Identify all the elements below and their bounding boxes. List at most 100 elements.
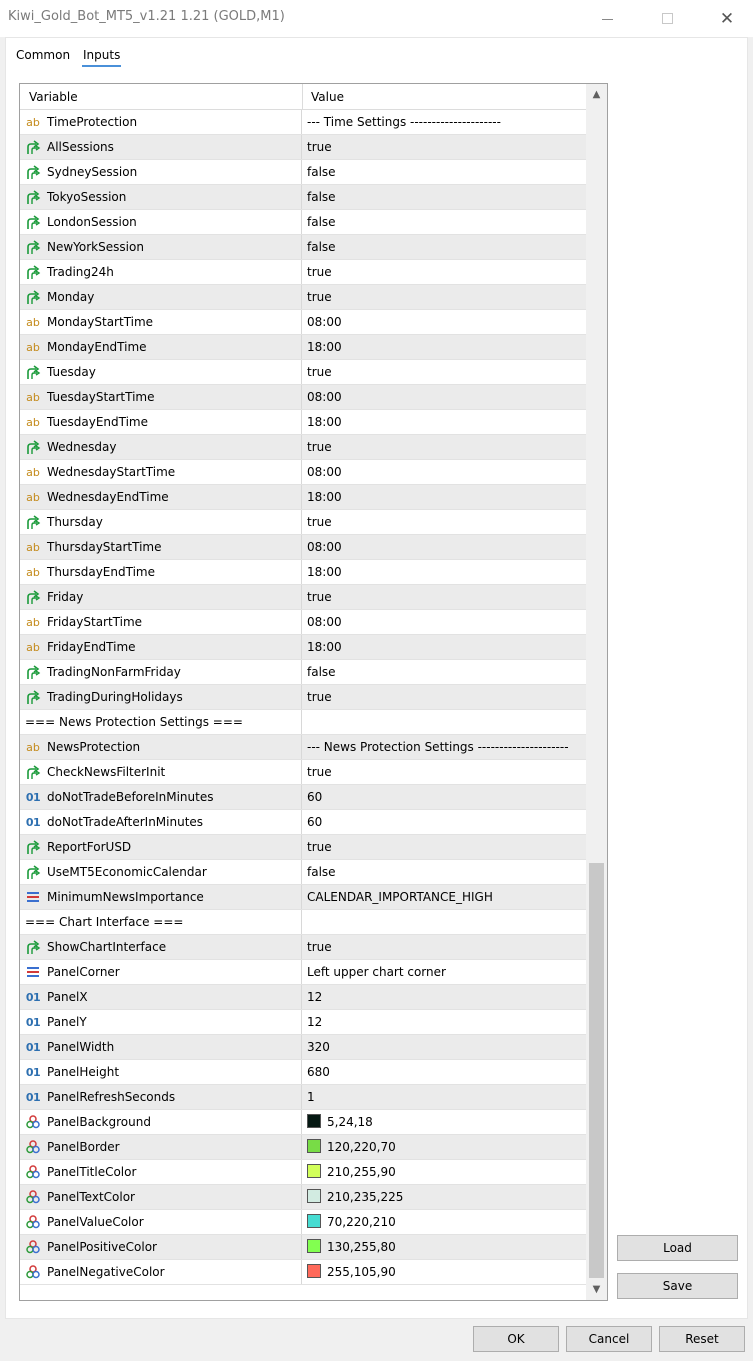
table-row[interactable]: Wednesday true — [20, 435, 586, 460]
value-cell[interactable]: true — [303, 685, 586, 709]
table-row[interactable]: Thursday true — [20, 510, 586, 535]
color-swatch[interactable] — [307, 1264, 321, 1278]
table-row[interactable]: ab FridayEndTime 18:00 — [20, 635, 586, 660]
value-cell[interactable]: true — [303, 585, 586, 609]
variable-cell[interactable]: Monday — [20, 285, 302, 309]
table-row[interactable]: 01 PanelY 12 — [20, 1010, 586, 1035]
table-row[interactable]: ab TimeProtection --- Time Settings ------… — [20, 110, 586, 135]
table-row[interactable]: === News Protection Settings === — [20, 710, 586, 735]
table-row[interactable]: PanelValueColor 70,220,210 — [20, 1210, 586, 1235]
minimize-button[interactable] — [584, 0, 630, 37]
variable-cell[interactable]: TradingNonFarmFriday — [20, 660, 302, 684]
variable-cell[interactable]: 01 doNotTradeAfterInMinutes — [20, 810, 302, 834]
table-row[interactable]: PanelNegativeColor 255,105,90 — [20, 1260, 586, 1285]
variable-cell[interactable]: ab MondayEndTime — [20, 335, 302, 359]
variable-cell[interactable]: Wednesday — [20, 435, 302, 459]
value-cell[interactable]: 60 — [303, 785, 586, 809]
value-cell[interactable]: true — [303, 360, 586, 384]
table-row[interactable]: ab ThursdayStartTime 08:00 — [20, 535, 586, 560]
table-row[interactable]: PanelPositiveColor 130,255,80 — [20, 1235, 586, 1260]
table-row[interactable]: AllSessions true — [20, 135, 586, 160]
ok-button[interactable]: OK — [473, 1326, 559, 1352]
table-row[interactable]: SydneySession false — [20, 160, 586, 185]
value-cell[interactable]: 08:00 — [303, 385, 586, 409]
table-row[interactable]: 01 PanelRefreshSeconds 1 — [20, 1085, 586, 1110]
value-cell[interactable]: 210,255,90 — [303, 1160, 586, 1184]
table-row[interactable]: ab MondayStartTime 08:00 — [20, 310, 586, 335]
header-value[interactable]: Value — [311, 90, 344, 104]
header-variable[interactable]: Variable — [29, 90, 78, 104]
variable-cell[interactable]: 01 PanelHeight — [20, 1060, 302, 1084]
value-cell[interactable]: 18:00 — [303, 485, 586, 509]
load-button[interactable]: Load — [617, 1235, 738, 1261]
value-cell[interactable]: 680 — [303, 1060, 586, 1084]
variable-cell[interactable]: ab TimeProtection — [20, 110, 302, 134]
variable-cell[interactable]: === News Protection Settings === — [20, 710, 302, 734]
value-cell[interactable]: 12 — [303, 985, 586, 1009]
value-cell[interactable]: false — [303, 210, 586, 234]
table-row[interactable]: ab TuesdayStartTime 08:00 — [20, 385, 586, 410]
value-cell[interactable]: true — [303, 510, 586, 534]
variable-cell[interactable]: NewYorkSession — [20, 235, 302, 259]
value-cell[interactable]: false — [303, 235, 586, 259]
table-row[interactable]: TradingDuringHolidays true — [20, 685, 586, 710]
value-cell[interactable]: --- News Protection Settings -----------… — [303, 735, 586, 759]
value-cell[interactable]: 08:00 — [303, 535, 586, 559]
table-row[interactable]: Tuesday true — [20, 360, 586, 385]
save-button[interactable]: Save — [617, 1273, 738, 1299]
variable-cell[interactable]: ShowChartInterface — [20, 935, 302, 959]
variable-cell[interactable]: ab NewsProtection — [20, 735, 302, 759]
variable-cell[interactable]: LondonSession — [20, 210, 302, 234]
variable-cell[interactable]: AllSessions — [20, 135, 302, 159]
close-button[interactable]: ✕ — [704, 0, 750, 37]
variable-cell[interactable]: ab WednesdayEndTime — [20, 485, 302, 509]
variable-cell[interactable]: UseMT5EconomicCalendar — [20, 860, 302, 884]
variable-cell[interactable]: ab TuesdayEndTime — [20, 410, 302, 434]
value-cell[interactable]: true — [303, 435, 586, 459]
value-cell[interactable]: 320 — [303, 1035, 586, 1059]
value-cell[interactable]: 18:00 — [303, 635, 586, 659]
variable-cell[interactable]: CheckNewsFilterInit — [20, 760, 302, 784]
variable-cell[interactable]: Tuesday — [20, 360, 302, 384]
table-row[interactable]: ab ThursdayEndTime 18:00 — [20, 560, 586, 585]
value-cell[interactable]: false — [303, 185, 586, 209]
table-row[interactable]: NewYorkSession false — [20, 235, 586, 260]
variable-cell[interactable]: PanelBorder — [20, 1135, 302, 1159]
header-separator[interactable] — [302, 84, 303, 110]
variable-cell[interactable]: 01 PanelWidth — [20, 1035, 302, 1059]
scroll-thumb[interactable] — [589, 863, 604, 1278]
table-row[interactable]: ab NewsProtection --- News Protection Sett… — [20, 735, 586, 760]
variable-cell[interactable]: 01 doNotTradeBeforeInMinutes — [20, 785, 302, 809]
color-swatch[interactable] — [307, 1239, 321, 1253]
table-row[interactable]: PanelCorner Left upper chart corner — [20, 960, 586, 985]
table-row[interactable]: ab FridayStartTime 08:00 — [20, 610, 586, 635]
table-row[interactable]: ab WednesdayStartTime 08:00 — [20, 460, 586, 485]
table-row[interactable]: TradingNonFarmFriday false — [20, 660, 586, 685]
variable-cell[interactable]: TokyoSession — [20, 185, 302, 209]
variable-cell[interactable]: PanelTextColor — [20, 1185, 302, 1209]
table-row[interactable]: PanelTitleColor 210,255,90 — [20, 1160, 586, 1185]
value-cell[interactable]: --- Time Settings --------------------- — [303, 110, 586, 134]
variable-cell[interactable]: PanelPositiveColor — [20, 1235, 302, 1259]
table-row[interactable]: === Chart Interface === — [20, 910, 586, 935]
variable-cell[interactable]: SydneySession — [20, 160, 302, 184]
value-cell[interactable]: CALENDAR_IMPORTANCE_HIGH — [303, 885, 586, 909]
color-swatch[interactable] — [307, 1164, 321, 1178]
value-cell[interactable]: 18:00 — [303, 335, 586, 359]
value-cell[interactable]: false — [303, 160, 586, 184]
value-cell[interactable]: true — [303, 260, 586, 284]
color-swatch[interactable] — [307, 1139, 321, 1153]
variable-cell[interactable]: ReportForUSD — [20, 835, 302, 859]
table-row[interactable]: PanelTextColor 210,235,225 — [20, 1185, 586, 1210]
color-swatch[interactable] — [307, 1189, 321, 1203]
value-cell[interactable]: true — [303, 935, 586, 959]
value-cell[interactable]: 210,235,225 — [303, 1185, 586, 1209]
value-cell[interactable]: 12 — [303, 1010, 586, 1034]
variable-cell[interactable]: 01 PanelRefreshSeconds — [20, 1085, 302, 1109]
variable-cell[interactable]: ab TuesdayStartTime — [20, 385, 302, 409]
table-row[interactable]: TokyoSession false — [20, 185, 586, 210]
variable-cell[interactable]: ab WednesdayStartTime — [20, 460, 302, 484]
variable-cell[interactable]: ab ThursdayStartTime — [20, 535, 302, 559]
cancel-button[interactable]: Cancel — [566, 1326, 652, 1352]
value-cell[interactable] — [303, 710, 586, 734]
